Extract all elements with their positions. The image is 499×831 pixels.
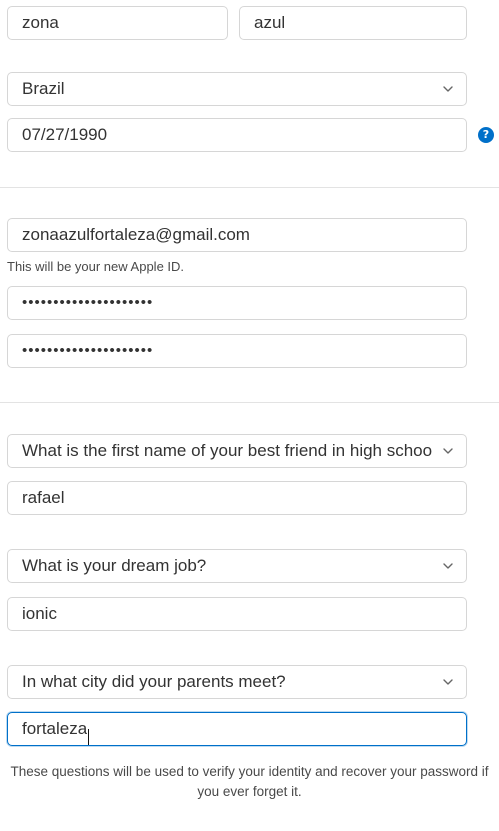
section-divider [0,402,499,403]
first-name-value: zona [22,13,59,32]
chevron-down-icon [442,560,454,572]
security-answer-3-value: fortaleza [22,719,88,738]
text-cursor [88,729,90,745]
confirm-password-mask: ••••••••••••••••••••• [22,342,154,359]
help-icon[interactable]: ? [478,127,494,143]
birthday-field[interactable]: 07/27/1990 [7,118,467,152]
chevron-down-icon [442,83,454,95]
security-answer-3-field[interactable]: fortaleza [7,712,467,746]
last-name-value: azul [254,13,286,32]
security-answer-1-value: rafael [22,488,65,507]
apple-id-hint: This will be your new Apple ID. [7,259,185,274]
security-question-2-value: What is your dream job? [22,556,207,575]
country-value: Brazil [22,79,65,98]
country-select[interactable]: Brazil [7,72,467,106]
birthday-value: 07/27/1990 [22,125,108,144]
security-answer-1-field[interactable]: rafael [7,481,467,515]
security-questions-note: These questions will be used to verify y… [10,764,489,799]
last-name-field[interactable]: azul [239,6,467,40]
security-question-2-select[interactable]: What is your dream job? [7,549,467,583]
chevron-down-icon [442,445,454,457]
security-question-1-select[interactable]: What is the first name of your best frie… [7,434,467,468]
password-mask: ••••••••••••••••••••• [22,294,154,311]
email-field[interactable]: zonaazulfortaleza@gmail.com [7,218,467,252]
security-question-3-select[interactable]: In what city did your parents meet? [7,665,467,699]
confirm-password-field[interactable]: ••••••••••••••••••••• [7,334,467,368]
security-answer-2-field[interactable]: ionic [7,597,467,631]
section-divider [0,187,499,188]
first-name-field[interactable]: zona [7,6,228,40]
security-question-3-value: In what city did your parents meet? [22,672,286,691]
security-question-1-value: What is the first name of your best frie… [22,441,432,460]
security-answer-2-value: ionic [22,604,57,623]
email-value: zonaazulfortaleza@gmail.com [22,225,250,244]
chevron-down-icon [442,676,454,688]
password-field[interactable]: ••••••••••••••••••••• [7,286,467,320]
